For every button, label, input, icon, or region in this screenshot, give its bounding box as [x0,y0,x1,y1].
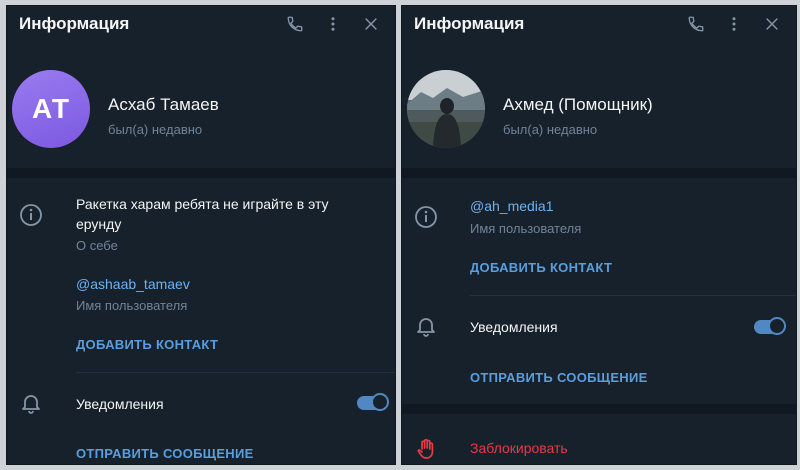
username-label: Имя пользователя [470,221,582,236]
last-seen-status: был(а) недавно [503,122,598,137]
panel-header: Информация [402,6,796,42]
profile-block: АТ Асхаб Тамаев был(а) недавно [7,68,395,154]
add-contact-button[interactable]: ДОБАВИТЬ КОНТАКТ [470,260,612,275]
left-info-panel: Информация АТ Асхаб Тамаев был(а) недавн… [7,6,395,464]
notifications-label: Уведомления [76,396,164,412]
send-message-button[interactable]: ОТПРАВИТЬ СООБЩЕНИЕ [470,370,648,385]
panel-title: Информация [414,14,525,33]
notifications-label: Уведомления [470,319,558,335]
bio-text: Ракетка харам ребята не играйте в эту ер… [76,196,329,232]
avatar[interactable] [407,70,485,148]
last-seen-status: был(а) недавно [108,122,203,137]
section-divider [402,404,796,414]
username-value[interactable]: @ashaab_tamaev [76,276,190,292]
more-vertical-icon[interactable] [319,10,347,38]
phone-icon[interactable] [281,10,309,38]
info-icon [415,206,437,228]
right-info-panel: Информация Ахмед (Помощник) был(а) недав… [402,6,796,464]
add-contact-button[interactable]: ДОБАВИТЬ КОНТАКТ [76,337,218,352]
toggle-knob [768,317,786,335]
bio-label: О себе [76,238,118,253]
close-icon[interactable] [357,10,385,38]
phone-icon[interactable] [682,10,710,38]
profile-name: Ахмед (Помощник) [503,95,653,114]
username-value[interactable]: @ah_media1 [470,198,554,214]
bell-icon [22,395,40,414]
info-icon [20,204,42,226]
profile-name: Асхаб Тамаев [108,95,219,114]
notifications-toggle[interactable] [357,393,389,411]
toggle-knob [371,393,389,411]
notifications-toggle[interactable] [754,317,786,335]
panel-title: Информация [19,14,130,33]
bell-icon [417,318,435,337]
username-label: Имя пользователя [76,298,188,313]
section-divider [402,168,796,178]
more-vertical-icon[interactable] [720,10,748,38]
section-divider [7,168,395,178]
send-message-button[interactable]: ОТПРАВИТЬ СООБЩЕНИЕ [76,446,254,461]
item-divider [76,372,395,373]
item-divider [470,295,796,296]
block-user-button[interactable]: Заблокировать [470,440,568,456]
close-icon[interactable] [758,10,786,38]
hand-block-icon [417,438,434,459]
avatar[interactable]: АТ [12,70,90,148]
profile-block: Ахмед (Помощник) был(а) недавно [402,68,796,154]
avatar-photo-image [407,70,485,148]
panel-header: Информация [7,6,395,42]
